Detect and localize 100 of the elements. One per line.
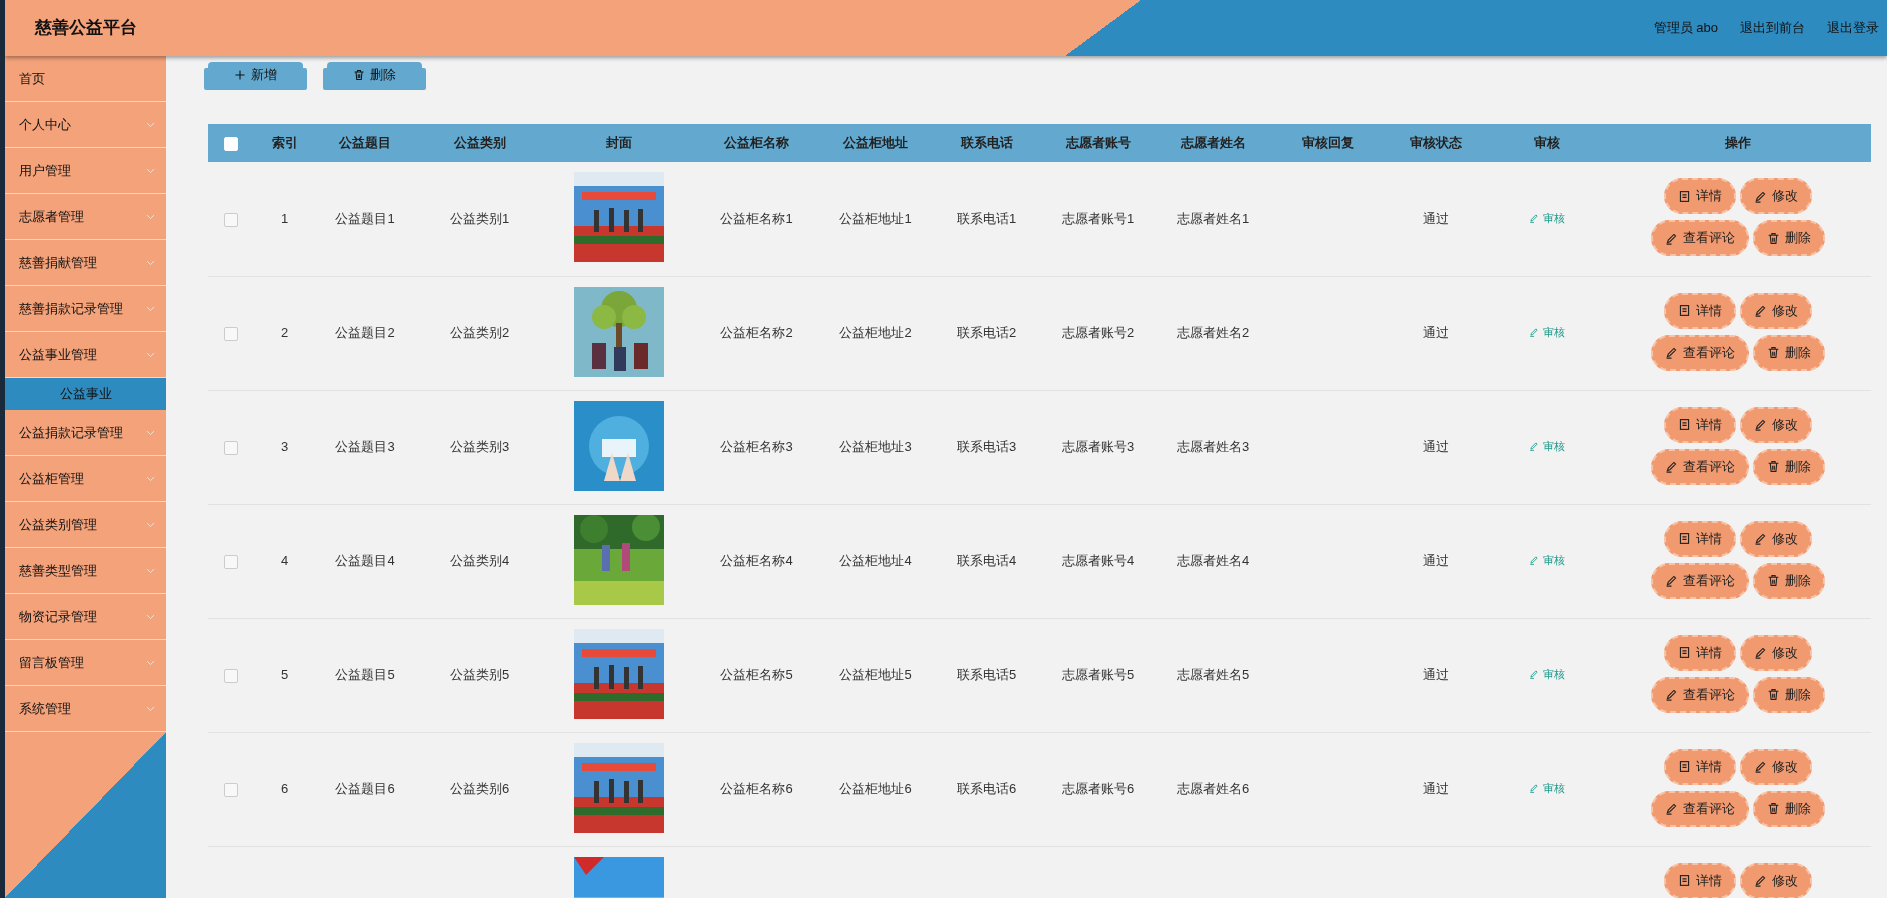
delete-button[interactable]: 删除 bbox=[1753, 790, 1825, 827]
comments-button[interactable]: 查看评论 bbox=[1651, 448, 1749, 485]
table-cell: 志愿者账号2 bbox=[1061, 325, 1135, 341]
table-cell: 公益题目2 bbox=[335, 325, 395, 341]
pencil-icon bbox=[1528, 783, 1539, 794]
row-index: 3 bbox=[280, 439, 289, 455]
column-header: 公益柜名称 bbox=[724, 135, 789, 151]
pencil-icon bbox=[1528, 555, 1539, 566]
trash-icon bbox=[1767, 802, 1780, 815]
document-icon bbox=[1678, 418, 1691, 431]
pencil-icon bbox=[1665, 460, 1678, 473]
delete-button[interactable]: 删除 bbox=[1753, 562, 1825, 599]
comments-button[interactable]: 查看评论 bbox=[1651, 676, 1749, 713]
comments-button[interactable]: 查看评论 bbox=[1651, 220, 1749, 256]
pencil-icon bbox=[1528, 441, 1539, 452]
comments-button[interactable]: 查看评论 bbox=[1651, 562, 1749, 599]
checkbox[interactable] bbox=[223, 668, 238, 683]
table-cell: 志愿者姓名6 bbox=[1176, 781, 1250, 797]
edit-button[interactable]: 修改 bbox=[1740, 520, 1812, 557]
trash-icon bbox=[1767, 346, 1780, 359]
sidebar-item[interactable]: 公益类别管理 bbox=[19, 514, 97, 535]
status-text: 通过 bbox=[1423, 781, 1449, 797]
pencil-icon bbox=[1665, 688, 1678, 701]
delete-button[interactable]: 删除 bbox=[1753, 334, 1825, 371]
details-button[interactable]: 详情 bbox=[1664, 634, 1736, 671]
sidebar-item[interactable]: 首页 bbox=[5, 56, 166, 102]
table-cell: 联系电话4 bbox=[956, 553, 1017, 569]
header-link[interactable]: 管理员 abo bbox=[1653, 18, 1718, 38]
checkbox[interactable] bbox=[223, 554, 238, 569]
table-cell: 公益柜地址3 bbox=[839, 439, 912, 455]
column-header: 审核 bbox=[1533, 135, 1560, 151]
sidebar-item[interactable]: 系统管理 bbox=[19, 698, 71, 719]
row-index: 1 bbox=[280, 211, 289, 226]
table-cell: 联系电话6 bbox=[956, 781, 1017, 797]
table-cell: 志愿者姓名3 bbox=[1176, 439, 1250, 455]
column-header: 索引 bbox=[271, 135, 298, 151]
sidebar-item[interactable]: 公益事业管理 bbox=[19, 344, 97, 365]
status-text: 通过 bbox=[1423, 667, 1449, 683]
edit-button[interactable]: 修改 bbox=[1740, 406, 1812, 443]
edit-button[interactable]: 修改 bbox=[1740, 862, 1812, 898]
details-button[interactable]: 详情 bbox=[1664, 862, 1736, 898]
pencil-icon bbox=[1665, 574, 1678, 587]
trash-icon bbox=[1767, 688, 1780, 701]
comments-button[interactable]: 查看评论 bbox=[1651, 334, 1749, 371]
row-index: 6 bbox=[280, 781, 289, 797]
edit-button[interactable]: 修改 bbox=[1740, 292, 1812, 329]
table-cell: 公益柜名称6 bbox=[720, 781, 793, 797]
pencil-icon bbox=[1754, 646, 1767, 659]
pencil-icon bbox=[1754, 532, 1767, 545]
details-button[interactable]: 详情 bbox=[1664, 406, 1736, 443]
sidebar-item[interactable]: 慈善捐献管理 bbox=[19, 252, 97, 273]
pencil-icon bbox=[1754, 760, 1767, 773]
document-icon bbox=[1678, 304, 1691, 317]
checkbox[interactable] bbox=[223, 326, 238, 341]
checkbox[interactable] bbox=[223, 782, 238, 797]
sidebar-item[interactable]: 公益柜管理 bbox=[19, 468, 84, 489]
status-text: 通过 bbox=[1423, 211, 1449, 226]
table-cell: 志愿者姓名2 bbox=[1176, 325, 1250, 341]
checkbox[interactable] bbox=[223, 440, 238, 455]
sidebar-item[interactable]: 物资记录管理 bbox=[19, 606, 97, 627]
checkbox[interactable] bbox=[223, 212, 238, 227]
delete-button[interactable]: 删除 bbox=[1753, 676, 1825, 713]
table-cell: 公益题目4 bbox=[335, 553, 395, 569]
table-cell: 志愿者账号6 bbox=[1061, 781, 1135, 797]
sidebar-item[interactable]: 慈善类型管理 bbox=[19, 560, 97, 581]
status-text: 通过 bbox=[1423, 325, 1449, 341]
table-cell: 公益题目3 bbox=[335, 439, 395, 455]
sidebar-item[interactable]: 留言板管理 bbox=[19, 652, 84, 673]
table-cell: 公益柜名称4 bbox=[720, 553, 793, 569]
details-button[interactable]: 详情 bbox=[1664, 520, 1736, 557]
pencil-icon bbox=[1665, 231, 1678, 245]
sidebar-item[interactable]: 志愿者管理 bbox=[19, 206, 84, 227]
delete-button[interactable]: 删除 bbox=[1753, 448, 1825, 485]
details-button[interactable]: 详情 bbox=[1664, 292, 1736, 329]
edit-button[interactable]: 修改 bbox=[1740, 178, 1812, 214]
sidebar-item[interactable]: 公益捐款记录管理 bbox=[19, 422, 123, 443]
edit-button[interactable]: 修改 bbox=[1740, 634, 1812, 671]
document-icon bbox=[1678, 874, 1691, 887]
sidebar-item[interactable]: 慈善捐款记录管理 bbox=[19, 298, 123, 319]
details-button[interactable]: 详情 bbox=[1664, 178, 1736, 214]
table-cell: 公益柜地址2 bbox=[839, 325, 912, 341]
header-link[interactable]: 退出登录 bbox=[1827, 18, 1879, 38]
table-cell: 公益类别6 bbox=[449, 781, 510, 797]
column-header: 公益类别 bbox=[453, 135, 506, 151]
table-cell: 公益柜地址1 bbox=[839, 211, 912, 226]
site-title: 慈善公益平台 bbox=[35, 17, 137, 40]
trash-icon bbox=[1767, 460, 1780, 473]
pencil-icon bbox=[1754, 304, 1767, 317]
column-header: 志愿者账号 bbox=[1065, 135, 1131, 151]
sidebar-item[interactable]: 个人中心 bbox=[19, 114, 71, 135]
sidebar-subitem[interactable]: 公益事业 bbox=[5, 378, 166, 410]
edit-button[interactable]: 修改 bbox=[1740, 748, 1812, 785]
header-link[interactable]: 退出到前台 bbox=[1740, 18, 1805, 38]
sidebar-item[interactable]: 用户管理 bbox=[19, 160, 71, 181]
comments-button[interactable]: 查看评论 bbox=[1651, 790, 1749, 827]
table-cell: 公益类别4 bbox=[449, 553, 510, 569]
delete-button[interactable]: 删除 bbox=[1753, 220, 1825, 256]
details-button[interactable]: 详情 bbox=[1664, 748, 1736, 785]
pencil-icon bbox=[1528, 213, 1539, 223]
row-index: 2 bbox=[280, 325, 289, 341]
